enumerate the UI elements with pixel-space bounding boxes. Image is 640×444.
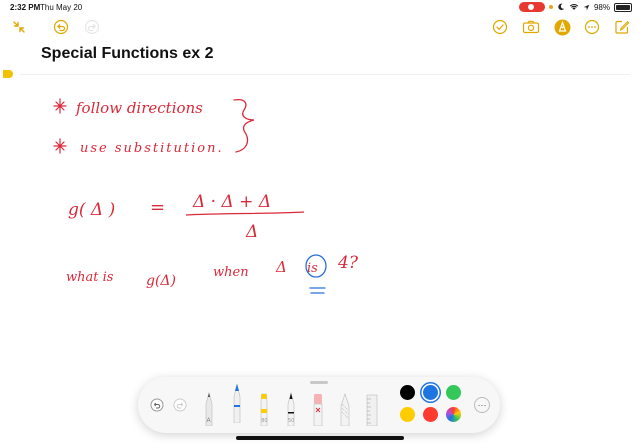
- pen-tool[interactable]: [231, 383, 243, 423]
- color-black[interactable]: [400, 385, 415, 400]
- blue-underline-annotation: [309, 287, 326, 294]
- color-blue[interactable]: [423, 385, 438, 400]
- palette-more-button[interactable]: ···: [474, 397, 490, 413]
- formula-denominator: Δ: [245, 222, 258, 242]
- palette-more-label: ···: [477, 400, 487, 410]
- curly-brace: [233, 98, 255, 153]
- palette-grabber[interactable]: [310, 381, 328, 384]
- question-value: 4?: [337, 253, 359, 273]
- palette-redo-icon[interactable]: [173, 398, 187, 412]
- question-when: when: [213, 265, 249, 280]
- formula-numerator: Δ · Δ + Δ: [192, 192, 271, 212]
- question-what-is: what is: [66, 270, 114, 285]
- question-function: g(Δ): [146, 273, 176, 289]
- star-bullet-1: [53, 98, 67, 114]
- fineliner-tool[interactable]: 50: [285, 392, 297, 426]
- pencil-tool[interactable]: A: [203, 392, 215, 426]
- eraser-tool[interactable]: [311, 392, 325, 426]
- fraction-bar: [185, 211, 305, 216]
- color-green[interactable]: [446, 385, 461, 400]
- svg-text:50: 50: [288, 418, 294, 424]
- color-yellow[interactable]: [400, 407, 415, 422]
- hw-line-follow: follow directions: [75, 99, 203, 117]
- formula-lhs: g( Δ ): [68, 200, 115, 220]
- home-indicator[interactable]: [236, 436, 404, 440]
- question-triangle: Δ: [275, 258, 287, 276]
- palette-undo-icon[interactable]: [150, 398, 164, 412]
- highlighter-tool[interactable]: 80: [257, 392, 271, 426]
- color-picker-multicolor[interactable]: [446, 407, 461, 422]
- svg-text:80: 80: [261, 418, 267, 424]
- lasso-tool[interactable]: [338, 392, 352, 426]
- ruler-tool[interactable]: [364, 394, 380, 426]
- color-red[interactable]: [423, 407, 438, 422]
- hw-line-substitution: use substitution.: [80, 141, 224, 156]
- star-bullet-2: [53, 138, 67, 154]
- formula-equals: =: [150, 197, 165, 218]
